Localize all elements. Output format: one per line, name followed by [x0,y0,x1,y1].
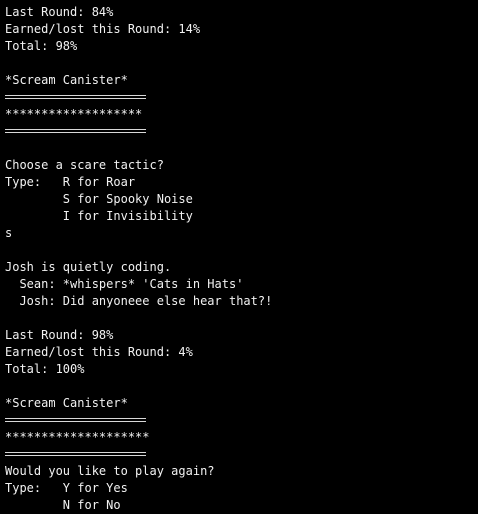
total-line: Total: 100% [5,362,85,376]
option-roar: Type: R for Roar [5,175,136,189]
option-no: N for No [5,498,121,512]
canister-border-bottom [5,123,146,140]
prompt-scare-tactic: Choose a scare tactic? [5,158,164,172]
earned-lost-line: Earned/lost this Round: 4% [5,345,193,359]
story-line-1: Josh is quietly coding. [5,260,172,274]
last-round-line: Last Round: 84% [5,5,114,19]
earned-lost-line: Earned/lost this Round: 14% [5,22,201,36]
total-line: Total: 98% [5,39,78,53]
canister-border-bottom [5,446,146,463]
user-input-echo: s [5,226,13,240]
story-line-3: Josh: Did anyoneee else hear that?! [5,294,273,308]
option-yes: Type: Y for Yes [5,481,128,495]
canister-title: *Scream Canister* [5,396,128,410]
canister-fill-level: ******************** [5,430,150,444]
canister-border-top [5,412,146,429]
terminal-window[interactable]: Last Round: 84% Earned/lost this Round: … [0,0,478,514]
prompt-play-again: Would you like to play again? [5,464,215,478]
option-invisibility: I for Invisibility [5,209,193,223]
option-spooky-noise: S for Spooky Noise [5,192,193,206]
canister-title: *Scream Canister* [5,73,128,87]
canister-fill-level: ******************* [5,107,143,121]
canister-border-top [5,89,146,106]
story-line-2: Sean: *whispers* 'Cats in Hats' [5,277,244,291]
last-round-line: Last Round: 98% [5,328,114,342]
